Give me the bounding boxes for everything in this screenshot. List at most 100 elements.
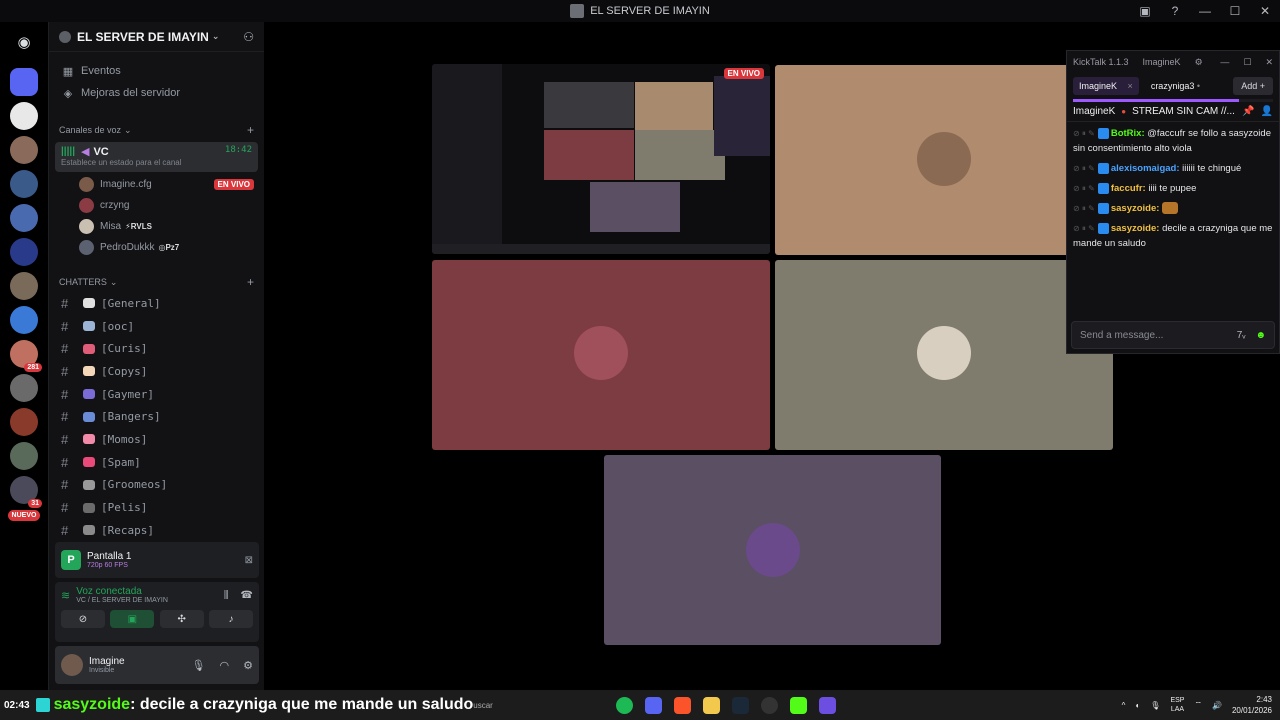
search-hint[interactable]: uscar <box>473 701 493 710</box>
chat-username[interactable]: BotRix: <box>1111 128 1145 139</box>
brave-icon[interactable] <box>674 696 691 714</box>
guild-header[interactable]: EL SERVER DE IMAYIN ⌄ ⚇ <box>49 22 264 52</box>
add-tab-button[interactable]: Add + <box>1233 77 1273 95</box>
server-icon-3[interactable] <box>10 136 38 164</box>
server-icon-13[interactable]: 31 <box>10 476 42 508</box>
server-icon-12[interactable] <box>10 442 38 470</box>
moderation-icons[interactable]: ⊘ ⏸ ✎ <box>1073 204 1095 213</box>
stop-stream-icon[interactable]: ⊠ <box>245 555 253 566</box>
text-channel[interactable]: # [Momos] <box>49 428 264 451</box>
disconnect-icon[interactable]: ☎ <box>241 590 253 601</box>
server-icon-5[interactable] <box>10 204 38 232</box>
minimize-button[interactable]: — <box>1220 57 1229 67</box>
chat-message[interactable]: ⊘ ⏸ ✎ alexisomaigad: iiiiii te chingué <box>1073 161 1273 176</box>
tab-imaginek[interactable]: ImagineK × <box>1073 77 1139 95</box>
chat-username[interactable]: sasyzoide: <box>1111 223 1160 234</box>
pin-icon[interactable]: 📌 <box>1242 106 1254 117</box>
voice-user[interactable]: PedroDukkk ◎Pz7 <box>49 237 264 258</box>
language-indicator[interactable]: ESP LAA <box>1170 696 1184 714</box>
participant-tile[interactable] <box>775 65 1112 255</box>
message-input[interactable]: Send a message... 7ᵥ ☻ <box>1071 321 1275 349</box>
server-icon-9[interactable]: 281 <box>10 340 42 372</box>
server-icon-4[interactable] <box>10 170 38 198</box>
wifi-icon[interactable]: ⌔ <box>1194 700 1202 710</box>
moderation-icons[interactable]: ⊘ ⏸ ✎ <box>1073 184 1095 193</box>
text-channel[interactable]: # [Bangers] <box>49 405 264 428</box>
participant-tile[interactable] <box>775 260 1113 450</box>
chat-username[interactable]: sasyzoide: <box>1111 203 1160 214</box>
text-channel[interactable]: # [Copys] <box>49 360 264 383</box>
network-icon[interactable]: ◐ <box>1135 701 1140 710</box>
maximize-button[interactable]: ☐ <box>1243 57 1251 68</box>
microphone-icon[interactable]: 🎙 <box>192 659 206 672</box>
translate-icon[interactable]: 7ᵥ <box>1237 330 1246 341</box>
chat-username[interactable]: faccufr: <box>1111 183 1146 194</box>
category-voice[interactable]: Canales de voz ⌄ + <box>49 120 264 140</box>
discord-home-icon[interactable]: ◉ <box>10 28 38 56</box>
voice-user[interactable]: Misa ⚡RVLS <box>49 216 264 237</box>
chevron-up-icon[interactable]: ^ <box>1122 701 1126 710</box>
kicktalk-account[interactable]: ImagineK <box>1143 57 1181 67</box>
voice-connected-label[interactable]: Voz conectada <box>76 586 168 597</box>
screen-share-tile[interactable]: EN VIVO <box>432 64 770 254</box>
moderation-icons[interactable]: ⊘ ⏸ ✎ <box>1073 129 1095 138</box>
maximize-button[interactable]: ☐ <box>1220 4 1250 18</box>
settings-icon[interactable]: ⚙ <box>1195 57 1203 68</box>
server-icon-1[interactable] <box>10 68 38 96</box>
server-icon-6[interactable] <box>10 238 38 266</box>
add-channel-icon[interactable]: + <box>247 123 254 137</box>
channel-name[interactable]: ImagineK <box>1073 106 1115 117</box>
voice-location[interactable]: VC / EL SERVER DE IMAYIN <box>76 597 168 604</box>
text-channel[interactable]: # [Gaymer] <box>49 383 264 406</box>
text-channel[interactable]: # [Pelis] <box>49 496 264 519</box>
text-channel[interactable]: # [Groomeos] <box>49 474 264 497</box>
close-icon[interactable]: × <box>1128 81 1133 91</box>
chat-message[interactable]: ⊘ ⏸ ✎ sasyzoide: <box>1073 201 1273 216</box>
chat-message[interactable]: ⊘ ⏸ ✎ BotRix: @faccufr se follo a sasyzoi… <box>1073 126 1273 156</box>
voice-user[interactable]: Imagine.cfg EN VIVO <box>49 174 264 195</box>
participant-tile[interactable] <box>604 455 941 645</box>
text-channel[interactable]: # [ooc] <box>49 315 264 338</box>
spotify-icon[interactable] <box>616 696 633 714</box>
folder-icon[interactable] <box>703 696 720 714</box>
text-channel[interactable]: # [Curis] <box>49 337 264 360</box>
sidebar-item-eventos[interactable]: ▦ Eventos <box>49 60 264 82</box>
voice-channel-status[interactable]: Establece un estado para el canal <box>61 158 252 167</box>
minimize-button[interactable]: — <box>1190 4 1220 18</box>
settings-icon[interactable]: ⚙ <box>243 659 253 672</box>
help-icon[interactable]: ? <box>1160 4 1190 18</box>
close-button[interactable]: ✕ <box>1250 4 1280 18</box>
user-name[interactable]: Imagine <box>89 656 125 667</box>
text-channel[interactable]: # [General] <box>49 292 264 315</box>
emote-icon[interactable]: ☻ <box>1255 330 1266 341</box>
server-icon-7[interactable] <box>10 272 38 300</box>
voice-channel-vc[interactable]: ||||| ◀ VC Establece un estado para el c… <box>55 142 258 172</box>
voice-user[interactable]: crzyng <box>49 195 264 216</box>
text-channel[interactable]: # [Spam] <box>49 451 264 474</box>
inbox-icon[interactable]: ▣ <box>1130 4 1160 18</box>
category-chatters[interactable]: CHATTERS ⌄ + <box>49 272 264 292</box>
text-channel[interactable]: # [Recaps] <box>49 519 264 542</box>
moderation-icons[interactable]: ⊘ ⏸ ✎ <box>1073 224 1095 233</box>
sidebar-item-mejoras[interactable]: ◈ Mejoras del servidor <box>49 82 264 104</box>
add-channel-icon[interactable]: + <box>247 275 254 289</box>
activities-button[interactable]: ✣ <box>159 610 204 628</box>
camera-off-button[interactable]: ⊘ <box>61 610 105 628</box>
share-screen-button[interactable]: ▣ <box>110 610 155 628</box>
steam-icon[interactable] <box>732 696 749 714</box>
server-icon-8[interactable] <box>10 306 38 334</box>
participant-tile[interactable] <box>432 260 770 450</box>
add-member-icon[interactable]: ⚇ <box>243 30 254 44</box>
server-icon-2[interactable] <box>10 102 38 130</box>
microphone-icon[interactable]: 🎙 <box>1150 701 1160 710</box>
tab-crazyniga3[interactable]: crazyniga3 • <box>1145 77 1206 95</box>
server-icon-11[interactable] <box>10 408 38 436</box>
server-icon-10[interactable] <box>10 374 38 402</box>
volume-icon[interactable]: 🔊 <box>1212 701 1222 710</box>
chat-message[interactable]: ⊘ ⏸ ✎ sasyzoide: decile a crazyniga que m… <box>1073 221 1273 251</box>
soundboard-button[interactable]: ♪ <box>208 610 253 628</box>
moderation-icons[interactable]: ⊘ ⏸ ✎ <box>1073 164 1095 173</box>
obs-icon[interactable] <box>761 696 778 714</box>
users-icon[interactable]: 👤 <box>1261 106 1273 117</box>
avatar[interactable] <box>61 654 83 676</box>
